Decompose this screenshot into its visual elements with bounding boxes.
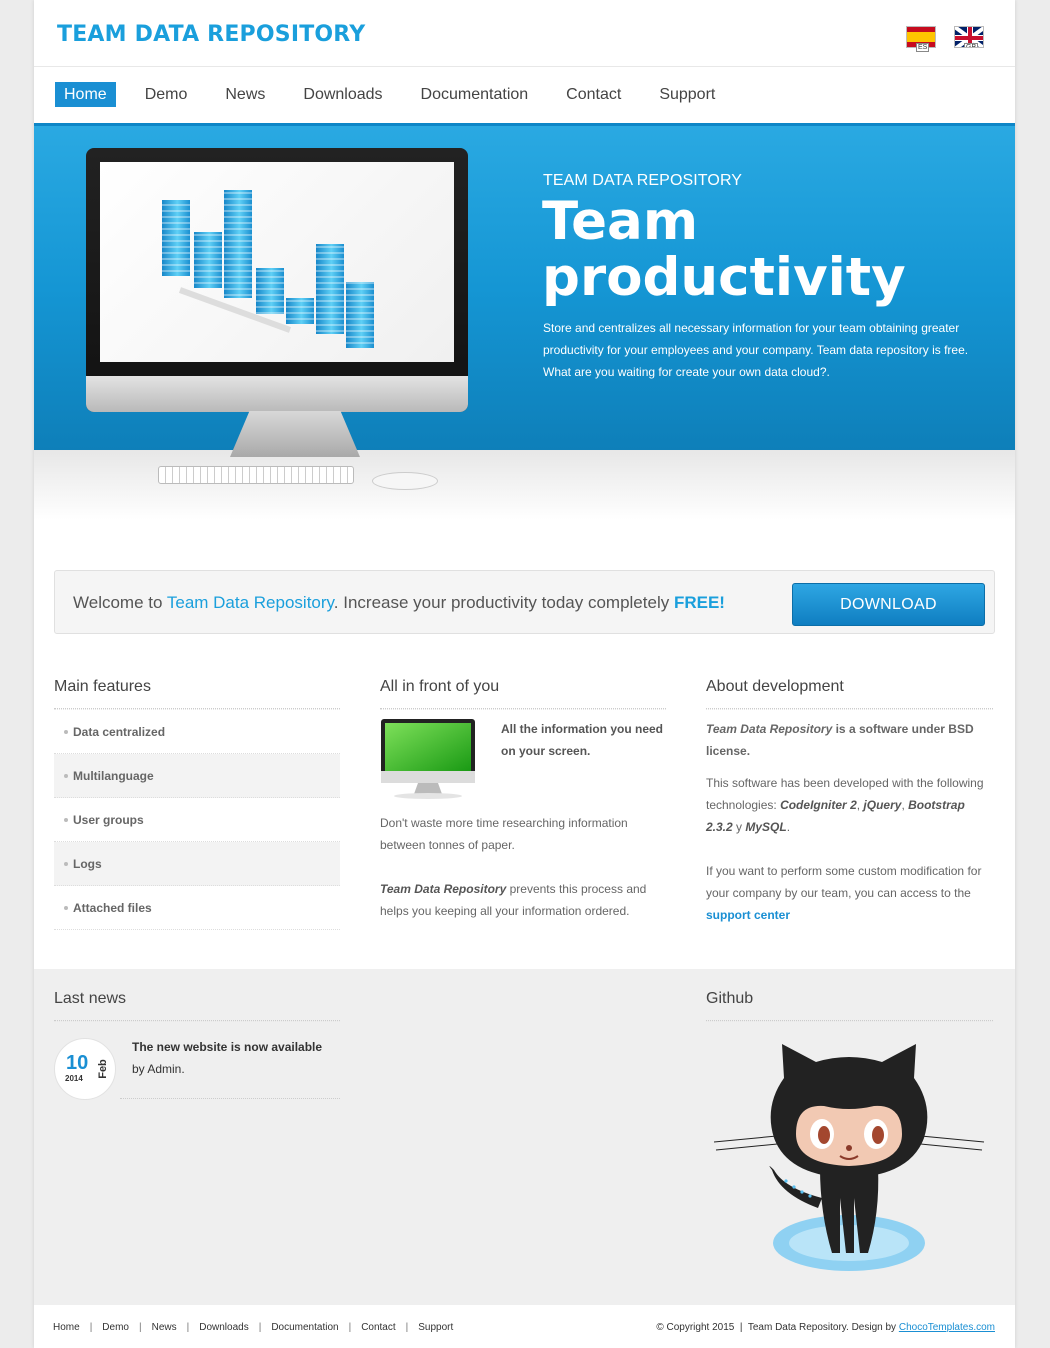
hero-description: Store and centralizes all necessary info… — [543, 321, 969, 379]
tech-mysql: MySQL — [745, 820, 787, 834]
news-date-month: Feb — [96, 1059, 109, 1079]
feature-label: Multilanguage — [73, 769, 154, 783]
footer-link-contact[interactable]: Contact — [361, 1322, 395, 1333]
github-title: Github — [706, 990, 754, 1007]
news-date-badge: 10 2014 Feb — [54, 1038, 116, 1100]
front-lead: All the information you need on your scr… — [501, 718, 681, 762]
nav-home[interactable]: Home — [55, 82, 116, 107]
footer-link-downloads[interactable]: Downloads — [199, 1322, 248, 1333]
news-rule — [54, 1020, 340, 1022]
about-paragraph-1: Team Data Repository is a software under… — [706, 718, 992, 762]
footer-link-home[interactable]: Home — [53, 1322, 80, 1333]
about-rule — [706, 708, 993, 710]
news-date-year: 2014 — [65, 1074, 83, 1083]
nav-downloads[interactable]: Downloads — [294, 82, 391, 107]
tech-codeigniter: CodeIgniter 2 — [780, 798, 857, 812]
support-center-link[interactable]: support center — [706, 908, 790, 922]
feature-label: User groups — [73, 813, 144, 827]
welcome-free: FREE! — [673, 593, 725, 612]
features-title: Main features — [54, 678, 151, 695]
welcome-text: Welcome to Team Data Repository. Increas… — [73, 593, 725, 613]
hero-kicker: TEAM DATA REPOSITORY — [543, 172, 743, 189]
bar-chart-illustration — [162, 190, 374, 348]
feature-item[interactable]: User groups — [54, 798, 340, 842]
about-paragraph-2: This software has been developed with th… — [706, 776, 984, 834]
keyboard-illustration — [158, 466, 354, 484]
monitor-illustration — [86, 148, 468, 412]
bullet-icon — [64, 906, 68, 910]
spain-flag-icon[interactable]: ES — [906, 26, 936, 52]
feature-label: Data centralized — [73, 725, 166, 739]
welcome-prefix: Welcome to — [73, 593, 167, 612]
bullet-icon — [64, 818, 68, 822]
nav-support[interactable]: Support — [650, 82, 724, 107]
nav-contact[interactable]: Contact — [557, 82, 630, 107]
flag-code-es: ES — [916, 43, 930, 52]
about-title: About development — [706, 678, 844, 695]
footer-copyright: © Copyright 2015 | Team Data Repository.… — [656, 1322, 995, 1333]
designer-link[interactable]: ChocoTemplates.com — [899, 1322, 995, 1333]
bullet-icon — [64, 774, 68, 778]
front-paragraph-2: Team Data Repository prevents this proce… — [380, 878, 670, 922]
tech-jquery: jQuery — [863, 798, 902, 812]
footer-link-support[interactable]: Support — [418, 1322, 453, 1333]
footer: Home | Demo | News | Downloads | Documentati… — [34, 1305, 1015, 1348]
github-rule — [706, 1020, 993, 1022]
main-nav: Home Demo News Downloads Documentation C… — [55, 82, 744, 107]
welcome-middle: . Increase your productivity today compl… — [333, 593, 674, 612]
about-p1-em: Team Data Repository — [706, 722, 833, 736]
page-container: TEAM DATA REPOSITORY ES GB Home Demo New… — [34, 0, 1015, 1348]
feature-item[interactable]: Logs — [54, 842, 340, 886]
bullet-icon — [64, 730, 68, 734]
news-item-author: by Admin. — [132, 1062, 185, 1076]
footer-nav: Home | Demo | News | Downloads | Documentati… — [53, 1322, 454, 1333]
welcome-box: Welcome to Team Data Repository. Increas… — [54, 570, 995, 634]
mouse-illustration — [372, 472, 438, 490]
feature-item[interactable]: Multilanguage — [54, 754, 340, 798]
hero-title-line2: productivity — [542, 247, 906, 308]
monitor-screen — [100, 162, 454, 362]
monitor-stand — [230, 411, 360, 457]
about-conj: y — [732, 820, 746, 834]
front-title: All in front of you — [380, 678, 500, 695]
flag-code-gb: GB — [964, 43, 979, 47]
about-paragraph-3: If you want to perform some custom modif… — [706, 860, 996, 926]
monitor-chin — [86, 376, 468, 412]
footer-link-demo[interactable]: Demo — [102, 1322, 129, 1333]
feature-item[interactable]: Data centralized — [54, 710, 340, 754]
news-section-title: Last news — [54, 990, 127, 1007]
header-divider — [34, 66, 1015, 67]
nav-demo[interactable]: Demo — [136, 82, 197, 107]
copyright-text: © Copyright 2015 | Team Data Repository.… — [656, 1322, 899, 1333]
hero-title-line1: Team — [542, 191, 699, 252]
nav-documentation[interactable]: Documentation — [412, 82, 538, 107]
feature-label: Attached files — [73, 901, 152, 915]
download-button[interactable]: DOWNLOAD — [792, 583, 985, 626]
uk-flag-icon[interactable]: GB — [954, 26, 984, 48]
monitor-icon — [381, 719, 475, 799]
news-item-rule — [120, 1098, 340, 1099]
front-lead-line2: on your screen. — [501, 744, 591, 758]
footer-link-documentation[interactable]: Documentation — [271, 1322, 338, 1333]
feature-item[interactable]: Attached files — [54, 886, 340, 930]
front-lead-line1: All the information you need — [501, 722, 664, 736]
news-item-title[interactable]: The new website is now available — [132, 1040, 322, 1054]
site-logo[interactable]: TEAM DATA REPOSITORY — [57, 22, 365, 47]
octocat-icon[interactable] — [714, 1038, 986, 1278]
front-rule — [380, 708, 666, 710]
front-paragraph-1: Don't waste more time researching inform… — [380, 816, 628, 852]
about-p3-text: If you want to perform some custom modif… — [706, 864, 982, 900]
footer-link-news[interactable]: News — [152, 1322, 177, 1333]
welcome-brand: Team Data Repository — [166, 593, 334, 612]
hero-title: Team productivity — [542, 194, 962, 306]
bullet-icon — [64, 862, 68, 866]
feature-label: Logs — [73, 857, 102, 871]
nav-news[interactable]: News — [216, 82, 274, 107]
news-date-day: 10 — [66, 1052, 89, 1074]
front-p2-em: Team Data Repository — [380, 882, 507, 896]
hero-shadow — [34, 450, 1015, 520]
